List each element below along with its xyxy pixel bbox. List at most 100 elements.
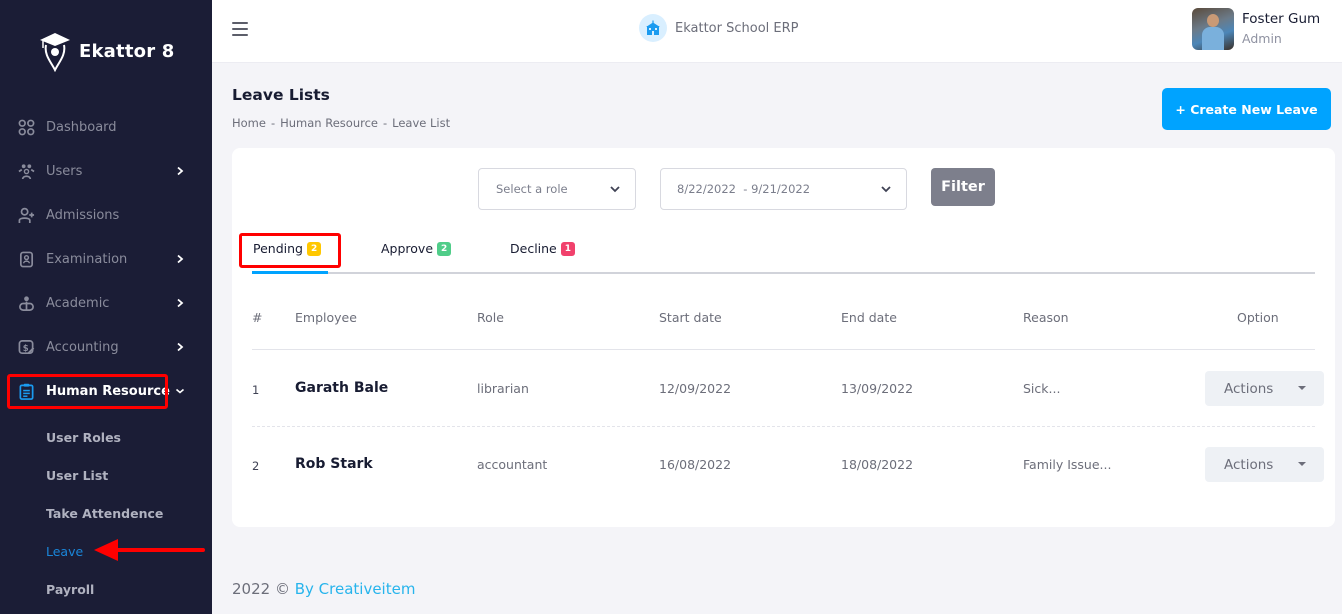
avatar: [1192, 8, 1234, 50]
breadcrumb-separator: -: [270, 116, 276, 130]
column-header-reason: Reason: [1023, 310, 1069, 325]
chevron-down-icon: [881, 186, 891, 193]
grid-icon: [17, 118, 35, 136]
school-badge: Ekattor School ERP: [639, 14, 798, 42]
date-range-select[interactable]: 8/22/2022 - 9/21/2022: [660, 168, 907, 210]
sidebar-item-label: Dashboard: [46, 119, 117, 135]
sidebar-item-label: Admissions: [46, 207, 120, 223]
sidebar-item-users[interactable]: Users: [0, 156, 212, 186]
column-header-start-date: Start date: [659, 310, 722, 325]
reason: Sick...: [1023, 381, 1061, 396]
user-menu[interactable]: Foster Gum Admin: [1192, 8, 1320, 50]
sidebar-item-academic[interactable]: Academic: [0, 288, 212, 318]
breadcrumb-home[interactable]: Home: [232, 116, 266, 130]
graduation-pin-icon: [40, 33, 70, 72]
actions-dropdown-button[interactable]: Actions: [1205, 371, 1324, 406]
employee-name: Rob Stark: [295, 456, 373, 472]
top-bar: Ekattor School ERP Foster Gum Admin: [212, 0, 1342, 63]
column-header-employee: Employee: [295, 310, 357, 325]
sidebar-item-label: Academic: [46, 295, 110, 311]
chevron-down-icon: [175, 388, 185, 394]
end-date: 18/08/2022: [841, 457, 914, 472]
create-new-leave-button[interactable]: + Create New Leave: [1162, 88, 1331, 130]
sidebar-item-label: Accounting: [46, 339, 119, 355]
sidebar-subitem-take-attendence[interactable]: Take Attendence: [46, 506, 163, 521]
school-icon: [639, 14, 667, 42]
table-row: 1 Garath Bale librarian 12/09/2022 13/09…: [252, 351, 1324, 427]
reason: Family Issue...: [1023, 457, 1112, 472]
tab-decline[interactable]: Decline 1: [510, 241, 576, 256]
chevron-down-icon: [610, 186, 620, 193]
actions-dropdown-button[interactable]: Actions: [1205, 447, 1324, 482]
users-icon: [17, 162, 35, 180]
start-date: 12/09/2022: [659, 381, 732, 396]
accounting-icon: $: [17, 338, 35, 356]
breadcrumb: Home - Human Resource - Leave List: [232, 116, 450, 130]
user-plus-icon: [17, 206, 35, 224]
user-role: Admin: [1242, 31, 1282, 46]
chevron-right-icon: [177, 342, 184, 352]
logo[interactable]: Ekattor 8: [36, 30, 174, 72]
employee-name: Garath Bale: [295, 380, 389, 396]
annotation-highlight-box: [7, 374, 168, 409]
actions-label: Actions: [1224, 380, 1274, 397]
date-range-value: 8/22/2022 - 9/21/2022: [677, 182, 811, 196]
sidebar-item-label: Examination: [46, 251, 128, 267]
sidebar-item-examination[interactable]: Examination: [0, 244, 212, 274]
sidebar: Ekattor 8 Dashboard Users Admissions Exa…: [0, 0, 212, 614]
annotation-highlight-box: [239, 233, 341, 268]
status-tabs: Pending 2 Approve 2 Decline 1: [252, 228, 1315, 274]
table-row: 2 Rob Stark accountant 16/08/2022 18/08/…: [252, 427, 1324, 503]
role-select-placeholder: Select a role: [496, 182, 568, 196]
active-tab-indicator: [252, 271, 328, 274]
breadcrumb-human-resource[interactable]: Human Resource: [280, 116, 378, 130]
school-name: Ekattor School ERP: [675, 20, 799, 36]
employee-role: accountant: [477, 457, 548, 472]
brand-name: Ekattor 8: [79, 40, 175, 62]
sidebar-item-accounting[interactable]: $ Accounting: [0, 332, 212, 362]
leave-list-card: Select a role 8/22/2022 - 9/21/2022 Filt…: [232, 148, 1335, 527]
chevron-right-icon: [177, 298, 184, 308]
sidebar-item-label: Users: [46, 163, 83, 179]
employee-role: librarian: [477, 381, 529, 396]
sidebar-item-admissions[interactable]: Admissions: [0, 200, 212, 230]
end-date: 13/09/2022: [841, 381, 914, 396]
breadcrumb-separator: -: [383, 116, 388, 130]
page-title: Leave Lists: [232, 86, 330, 104]
count-badge: 2: [437, 241, 452, 256]
actions-label: Actions: [1224, 456, 1274, 473]
column-header-end-date: End date: [841, 310, 897, 325]
sidebar-item-dashboard[interactable]: Dashboard: [0, 112, 212, 142]
sidebar-subitem-leave[interactable]: Leave: [46, 544, 83, 559]
tab-label: Approve: [381, 241, 434, 256]
filter-button[interactable]: Filter: [931, 168, 995, 206]
chevron-right-icon: [177, 254, 184, 264]
column-header-role: Role: [477, 310, 504, 325]
academic-icon: [17, 294, 35, 312]
chevron-right-icon: [177, 166, 184, 176]
caret-down-icon: [1298, 386, 1306, 390]
column-header-number: #: [252, 310, 263, 325]
table-header: # Employee Role Start date End date Reas…: [252, 293, 1315, 350]
role-select[interactable]: Select a role: [478, 168, 636, 210]
row-number: 1: [252, 383, 260, 397]
tab-approve[interactable]: Approve 2: [381, 241, 452, 256]
user-name: Foster Gum: [1242, 11, 1321, 27]
footer: 2022 © By Creativeitem: [232, 580, 415, 598]
annotation-arrow-icon: [94, 539, 205, 561]
breadcrumb-leave-list: Leave List: [392, 116, 451, 130]
menu-toggle-icon[interactable]: [232, 22, 248, 36]
copyright-text: 2022 ©: [232, 580, 290, 598]
row-number: 2: [252, 459, 260, 473]
count-badge: 1: [560, 241, 576, 256]
column-header-option: Option: [1237, 310, 1279, 325]
sidebar-subitem-payroll[interactable]: Payroll: [46, 582, 94, 597]
sidebar-subitem-user-roles[interactable]: User Roles: [46, 430, 121, 445]
sidebar-subitem-user-list[interactable]: User List: [46, 468, 108, 483]
exam-icon: [17, 250, 35, 268]
svg-text:$: $: [22, 343, 28, 353]
start-date: 16/08/2022: [659, 457, 732, 472]
caret-down-icon: [1298, 462, 1306, 466]
tab-label: Decline: [510, 241, 557, 256]
creativeitem-link[interactable]: By Creativeitem: [295, 580, 416, 598]
